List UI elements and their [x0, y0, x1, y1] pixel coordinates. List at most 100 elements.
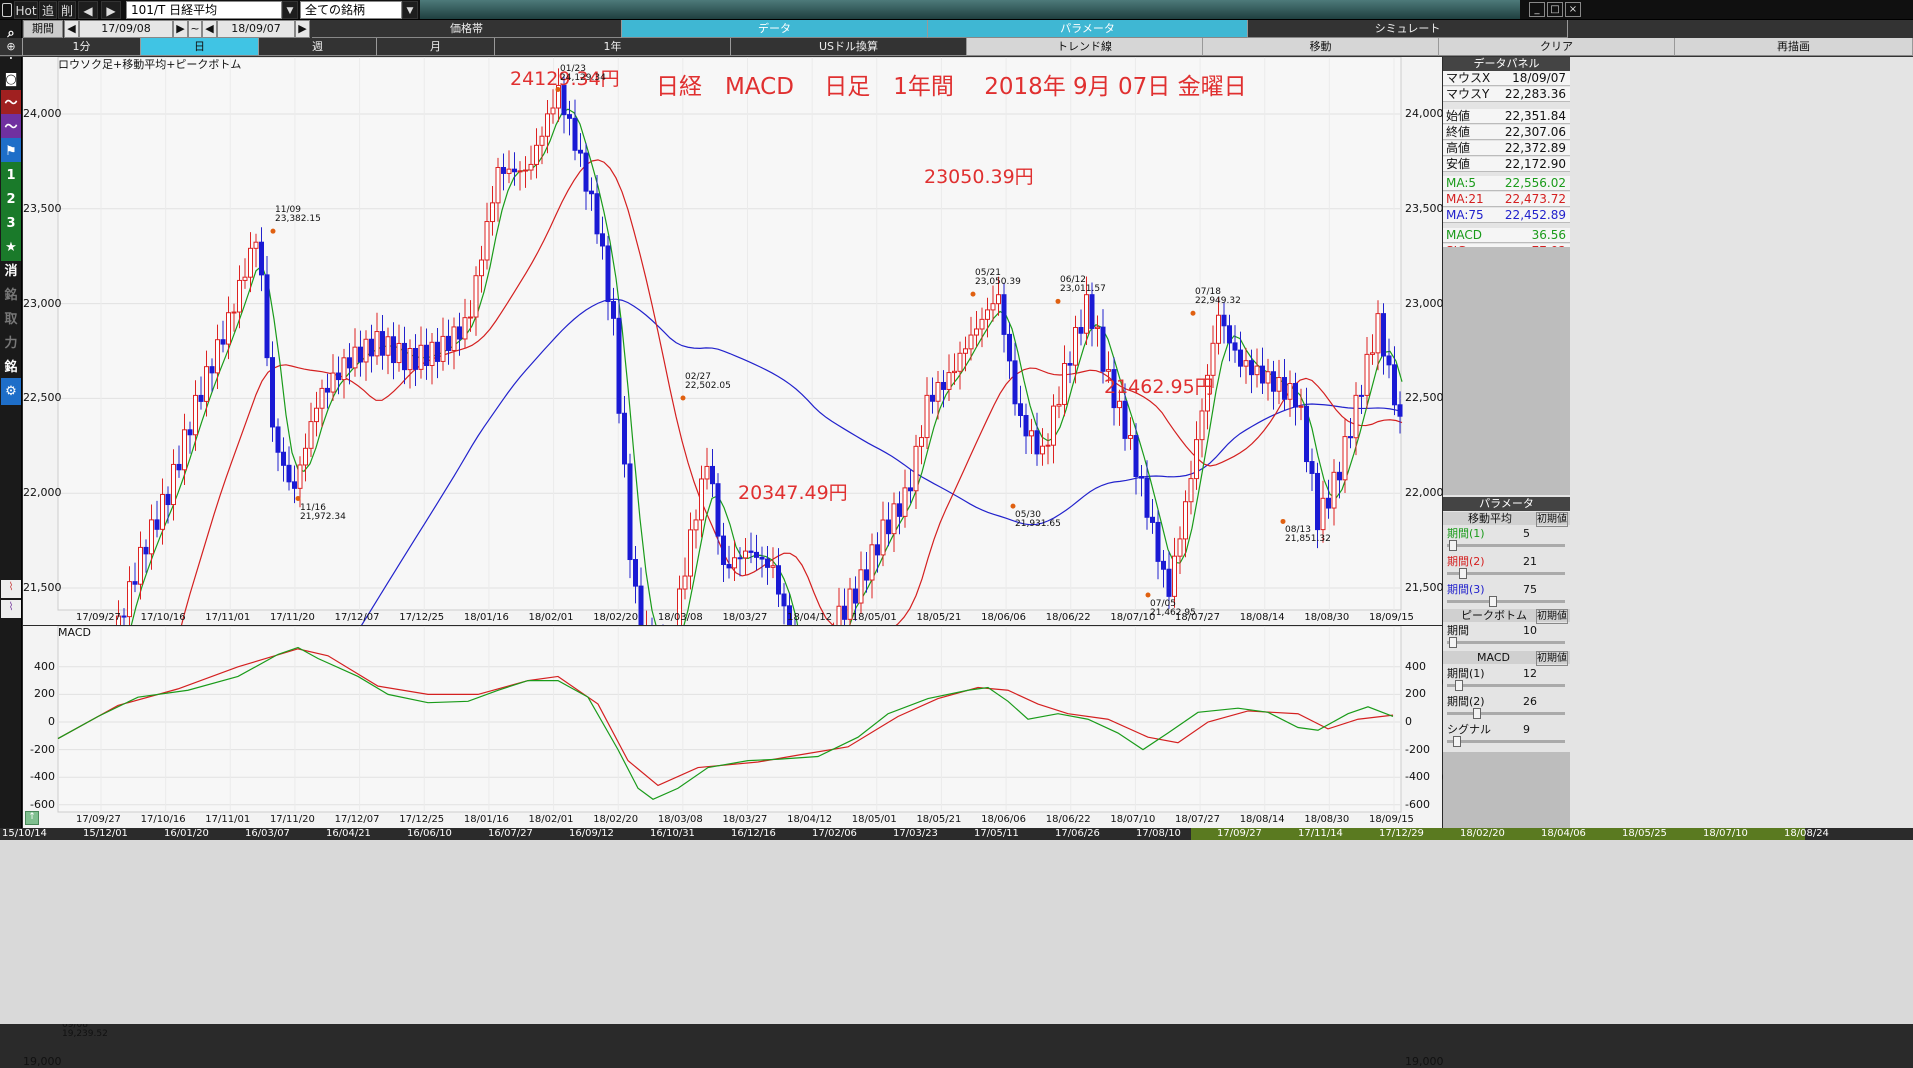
bottom-chart-icon-1[interactable]: ⌇	[1, 580, 21, 598]
peak-period-label: 期間	[1447, 624, 1469, 637]
macd-x-tick: 18/05/01	[851, 814, 897, 825]
candle-body	[369, 338, 374, 357]
peak-row: 期間 10	[1443, 624, 1570, 637]
candle-body	[572, 117, 578, 151]
macd-p1-value[interactable]: 12	[1523, 667, 1537, 680]
ma-p2-value[interactable]: 21	[1523, 555, 1537, 568]
candle-body	[600, 233, 605, 247]
macd-init-button[interactable]: 初期値	[1536, 651, 1568, 666]
macd-x-tick: 17/12/07	[334, 814, 380, 825]
flag-icon[interactable]: ⚑	[1, 138, 21, 165]
input-button[interactable]: 力	[1, 330, 21, 357]
usd-convert-button[interactable]: USドル換算	[731, 38, 967, 56]
ma-p2-slider[interactable]	[1447, 568, 1565, 579]
get-button[interactable]: 取	[1, 306, 21, 333]
end-prev-button[interactable]: ◀	[202, 20, 217, 38]
ma-p1-value[interactable]: 5	[1523, 527, 1530, 540]
layout-3-button[interactable]: 3	[1, 210, 21, 237]
peak-slider[interactable]	[1447, 637, 1565, 648]
camera-icon[interactable]: ◙	[1, 66, 21, 93]
delete-button[interactable]: 削	[58, 1, 76, 19]
redraw-button[interactable]: 再描画	[1675, 38, 1913, 56]
data-panel-title: データパネル	[1443, 57, 1570, 71]
candle-body	[1320, 497, 1326, 531]
star-icon[interactable]: ★	[1, 234, 21, 261]
macd-sig-slider[interactable]	[1447, 736, 1565, 747]
app-icon	[2, 3, 12, 17]
candle-body	[1331, 471, 1337, 509]
chart-purple-icon[interactable]: 〜	[1, 114, 21, 141]
candle-body	[352, 346, 358, 369]
symbol-dropdown-icon[interactable]: ▼	[282, 1, 298, 19]
macd-p2-value[interactable]: 26	[1523, 695, 1537, 708]
start-next-button[interactable]: ▶	[173, 20, 188, 38]
range-month[interactable]: 月	[377, 38, 495, 56]
minimize-button[interactable]: _	[1529, 2, 1545, 17]
data-row-value: 22,351.84	[1504, 108, 1566, 123]
start-date-field[interactable]: 17/09/08	[79, 20, 173, 38]
tab-price-band[interactable]: 価格帯	[312, 20, 622, 38]
zoom-icon[interactable]: ⊕	[0, 38, 23, 56]
erase-button[interactable]: 消	[1, 258, 21, 285]
clear-button[interactable]: クリア	[1439, 38, 1675, 56]
ma-p1-row: 期間(1) 5	[1443, 527, 1570, 540]
bottom-chart-icon-2[interactable]: ⌇	[1, 600, 21, 618]
symbol-select[interactable]: 101/T 日経平均	[126, 1, 282, 19]
layout-1-button[interactable]: 1	[1, 162, 21, 189]
panel-footer	[1443, 752, 1570, 829]
gear-icon[interactable]: ⚙	[1, 378, 21, 405]
layout-2-button[interactable]: 2	[1, 186, 21, 213]
macd-p1-slider[interactable]	[1447, 680, 1565, 691]
timeline-thumb-icon[interactable]: ↑	[25, 811, 39, 825]
candle-body	[385, 336, 391, 356]
tab-parameter[interactable]: パラメータ	[928, 20, 1248, 38]
chart-red-icon[interactable]: 〜	[1, 90, 21, 117]
start-prev-button[interactable]: ◀	[64, 20, 79, 38]
macd-p2-label: 期間(2)	[1447, 695, 1485, 708]
price-chart[interactable]: ロウソク足+移動平均+ピークボトム 日経 MACD 日足 1年間 2018年 9…	[23, 57, 1444, 1068]
candle-body	[512, 168, 517, 173]
range-1min[interactable]: 1分	[23, 38, 141, 56]
stock-button[interactable]: 銘	[1, 282, 21, 309]
peak-value: 19,239.52	[62, 1029, 108, 1040]
ma-p3-row: 期間(3) 75	[1443, 583, 1570, 596]
hot-button[interactable]: Hot	[14, 1, 38, 19]
end-date-field[interactable]: 18/09/07	[217, 20, 295, 38]
macd-chart[interactable]: MACD 400 200 0 -200 -400 -600 400 200 0 -200 -400…	[23, 626, 1442, 828]
tab-simulate[interactable]: シミュレート	[1248, 20, 1568, 38]
range-day[interactable]: 日	[141, 38, 259, 56]
filter-select[interactable]: 全ての銘柄	[300, 1, 402, 19]
peak-period-value[interactable]: 10	[1523, 624, 1537, 637]
macd-sig-value[interactable]: 9	[1523, 723, 1530, 736]
macd-p2-slider[interactable]	[1447, 708, 1565, 719]
range-week[interactable]: 週	[259, 38, 377, 56]
filter-dropdown-icon[interactable]: ▼	[402, 1, 418, 19]
maximize-button[interactable]: □	[1547, 2, 1563, 17]
peak-value: 22,949.32	[1195, 296, 1241, 307]
peak-marker	[1055, 298, 1061, 304]
candle-body	[237, 279, 242, 313]
macd-x-tick: 18/02/01	[528, 814, 574, 825]
candle-body	[633, 559, 638, 587]
end-next-button[interactable]: ▶	[295, 20, 310, 38]
peak-init-button[interactable]: 初期値	[1536, 609, 1568, 624]
ma-p3-value[interactable]: 75	[1523, 583, 1537, 596]
x-tick: 17/11/20	[269, 612, 315, 623]
trend-line-button[interactable]: トレンド線	[967, 38, 1203, 56]
candle-body	[330, 372, 336, 393]
tab-data[interactable]: データ	[622, 20, 928, 38]
next-symbol-button[interactable]: ▶	[101, 1, 121, 19]
add-button[interactable]: 追	[39, 1, 57, 19]
candle-body	[1227, 325, 1232, 344]
prev-symbol-button[interactable]: ◀	[78, 1, 98, 19]
ma-init-button[interactable]: 初期値	[1536, 512, 1568, 527]
candle-body	[1249, 360, 1254, 376]
ma-p1-slider[interactable]	[1447, 540, 1565, 551]
move-button[interactable]: 移動	[1203, 38, 1439, 56]
symbol-button[interactable]: 銘	[1, 354, 21, 381]
range-1year[interactable]: 1年	[495, 38, 731, 56]
macd-y-tick-left: 400	[34, 659, 55, 673]
close-button[interactable]: ×	[1565, 2, 1581, 17]
ma-p3-slider[interactable]	[1447, 596, 1565, 607]
timeline-strip[interactable]: 15/10/14 15/12/01 16/01/20 16/03/07 16/04/21…	[0, 811, 1913, 1024]
